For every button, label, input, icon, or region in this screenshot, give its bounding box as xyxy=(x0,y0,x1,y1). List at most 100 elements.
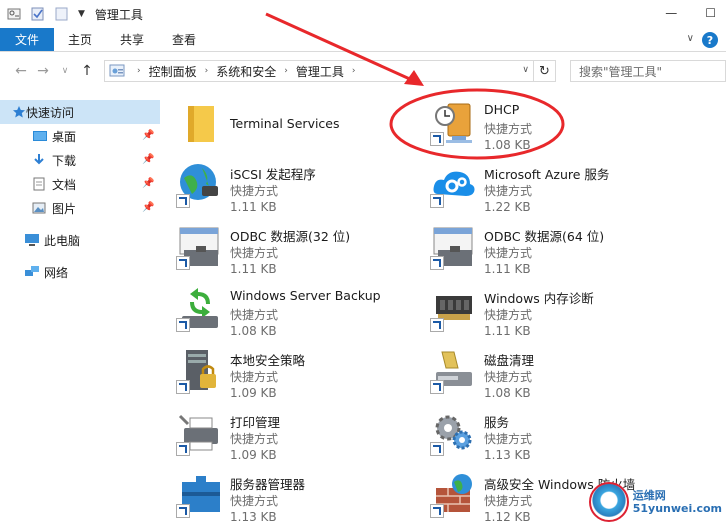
pin-icon[interactable]: 📌 xyxy=(142,178,154,189)
list-item-print-management[interactable]: 打印管理 快捷方式 1.09 KB xyxy=(170,402,430,464)
network-icon xyxy=(24,265,39,279)
sidebar-item-desktop[interactable]: 桌面 📌 xyxy=(0,124,160,148)
shortcut-arrow-icon xyxy=(430,442,444,456)
file-name: ODBC 数据源(64 位) xyxy=(484,229,605,244)
shortcut-arrow-icon xyxy=(430,194,444,208)
navigation-pane: 快速访问 桌面 📌 下载 📌 文档 📌 图片 📌 此电脑 网络 xyxy=(0,100,160,526)
breadcrumb-chevron-icon[interactable]: › xyxy=(137,66,141,76)
file-name: 服务器管理器 xyxy=(230,477,306,492)
shortcut-arrow-icon xyxy=(176,194,190,208)
minimize-icon[interactable]: — xyxy=(665,6,677,20)
control-panel-icon xyxy=(109,63,125,79)
refresh-icon[interactable]: ↻ xyxy=(533,61,555,81)
shortcut-arrow-icon xyxy=(176,256,190,270)
properties-icon[interactable] xyxy=(6,6,22,22)
list-item-iscsi[interactable]: iSCSI 发起程序 快捷方式 1.11 KB xyxy=(170,154,430,216)
shortcut-arrow-icon xyxy=(430,504,444,518)
file-size: 1.08 KB xyxy=(484,138,531,152)
pin-icon[interactable]: 📌 xyxy=(142,130,154,141)
sidebar-item-this-pc[interactable]: 此电脑 xyxy=(0,228,160,252)
breadcrumb-chevron-icon[interactable]: › xyxy=(284,66,288,76)
breadcrumb-admin-tools[interactable]: 管理工具 xyxy=(296,63,344,80)
search-input[interactable]: 搜索"管理工具" xyxy=(570,60,726,82)
sidebar-item-network[interactable]: 网络 xyxy=(0,260,160,284)
file-size: 1.11 KB xyxy=(230,262,277,276)
breadcrumb-chevron-icon[interactable]: › xyxy=(352,66,356,76)
maximize-icon[interactable]: ☐ xyxy=(705,6,716,20)
shortcut-arrow-icon xyxy=(176,380,190,394)
pin-icon[interactable]: 📌 xyxy=(142,202,154,213)
shortcut-arrow-icon xyxy=(430,132,444,146)
sidebar-item-quick-access[interactable]: 快速访问 xyxy=(0,100,160,124)
expand-ribbon-icon[interactable]: ∨ xyxy=(687,33,694,44)
file-type: 快捷方式 xyxy=(484,246,533,260)
tab-file[interactable]: 文件 xyxy=(0,28,54,51)
list-item-memory-diagnostic[interactable]: Windows 内存诊断 快捷方式 1.11 KB xyxy=(424,278,684,340)
file-type: 快捷方式 xyxy=(484,122,533,136)
file-size: 1.09 KB xyxy=(230,448,277,462)
desktop-icon xyxy=(32,129,47,143)
tab-home[interactable]: 主页 xyxy=(54,28,106,51)
list-item-odbc-32[interactable]: ODBC 数据源(32 位) 快捷方式 1.11 KB xyxy=(170,216,430,278)
file-size: 1.22 KB xyxy=(484,200,531,214)
sidebar-item-label: 快速访问 xyxy=(26,105,75,120)
file-name: 磁盘清理 xyxy=(484,353,535,368)
back-icon[interactable]: ← xyxy=(10,63,32,79)
forward-icon[interactable]: → xyxy=(32,63,54,79)
list-item-terminal-services[interactable]: Terminal Services xyxy=(170,92,430,154)
file-size: 1.08 KB xyxy=(484,386,531,400)
list-item-disk-cleanup[interactable]: 磁盘清理 快捷方式 1.08 KB xyxy=(424,340,684,402)
file-size: 1.11 KB xyxy=(484,262,531,276)
file-type: 快捷方式 xyxy=(230,494,279,508)
list-item-server-backup[interactable]: Windows Server Backup 快捷方式 1.08 KB xyxy=(170,278,430,340)
file-name: 打印管理 xyxy=(230,415,281,430)
file-size: 1.12 KB xyxy=(484,510,531,524)
file-name: Windows Server Backup xyxy=(230,288,381,303)
file-type: 快捷方式 xyxy=(484,370,533,384)
file-name: Terminal Services xyxy=(230,116,340,131)
file-type: 快捷方式 xyxy=(484,494,533,508)
shortcut-arrow-icon xyxy=(176,504,190,518)
list-item-odbc-64[interactable]: ODBC 数据源(64 位) 快捷方式 1.11 KB xyxy=(424,216,684,278)
list-item-server-manager[interactable]: 服务器管理器 快捷方式 1.13 KB xyxy=(170,464,430,526)
watermark: 运维网 51yunwei.com xyxy=(588,482,722,522)
file-size: 1.08 KB xyxy=(230,324,277,338)
computer-icon xyxy=(24,233,39,247)
file-type: 快捷方式 xyxy=(230,246,279,260)
list-item-azure[interactable]: Microsoft Azure 服务 快捷方式 1.22 KB xyxy=(424,154,684,216)
breadcrumb-chevron-icon[interactable]: › xyxy=(205,66,209,76)
sidebar-item-pictures[interactable]: 图片 📌 xyxy=(0,196,160,220)
tab-view[interactable]: 查看 xyxy=(158,28,210,51)
watermark-logo-icon xyxy=(588,482,629,522)
star-icon xyxy=(12,105,26,119)
document-icon xyxy=(32,177,46,191)
file-name: Microsoft Azure 服务 xyxy=(484,167,610,182)
list-item-services[interactable]: 服务 快捷方式 1.13 KB xyxy=(424,402,684,464)
up-icon[interactable]: ↑ xyxy=(76,63,98,79)
address-bar[interactable]: › 控制面板 › 系统和安全 › 管理工具 › ∨ ↻ xyxy=(104,60,556,82)
sidebar-item-downloads[interactable]: 下载 📌 xyxy=(0,148,160,172)
shortcut-arrow-icon xyxy=(176,318,190,332)
help-icon[interactable]: ? xyxy=(702,32,718,48)
shortcut-arrow-icon xyxy=(430,318,444,332)
checkmark-properties-icon[interactable] xyxy=(30,6,46,22)
sidebar-item-label: 文档 xyxy=(52,177,77,192)
file-size: 1.09 KB xyxy=(230,386,277,400)
file-name: iSCSI 发起程序 xyxy=(230,167,316,182)
pin-icon[interactable]: 📌 xyxy=(142,154,154,165)
address-dropdown-icon[interactable]: ∨ xyxy=(522,65,529,75)
window-controls: — ☐ xyxy=(665,6,716,20)
list-item-dhcp[interactable]: DHCP 快捷方式 1.08 KB xyxy=(424,92,684,154)
file-name: DHCP xyxy=(484,102,520,117)
breadcrumb-control-panel[interactable]: 控制面板 xyxy=(149,63,197,80)
tab-share[interactable]: 共享 xyxy=(106,28,158,51)
qa-dropdown-icon[interactable]: ▼ xyxy=(78,9,85,19)
file-type: 快捷方式 xyxy=(230,432,279,446)
list-item-local-security-policy[interactable]: 本地安全策略 快捷方式 1.09 KB xyxy=(170,340,430,402)
recent-dropdown-icon[interactable]: ∨ xyxy=(54,66,76,76)
download-icon xyxy=(32,153,46,167)
sidebar-item-documents[interactable]: 文档 📌 xyxy=(0,172,160,196)
new-folder-icon[interactable] xyxy=(54,6,70,22)
sidebar-item-label: 桌面 xyxy=(52,129,77,144)
breadcrumb-system-security[interactable]: 系统和安全 xyxy=(216,63,276,80)
